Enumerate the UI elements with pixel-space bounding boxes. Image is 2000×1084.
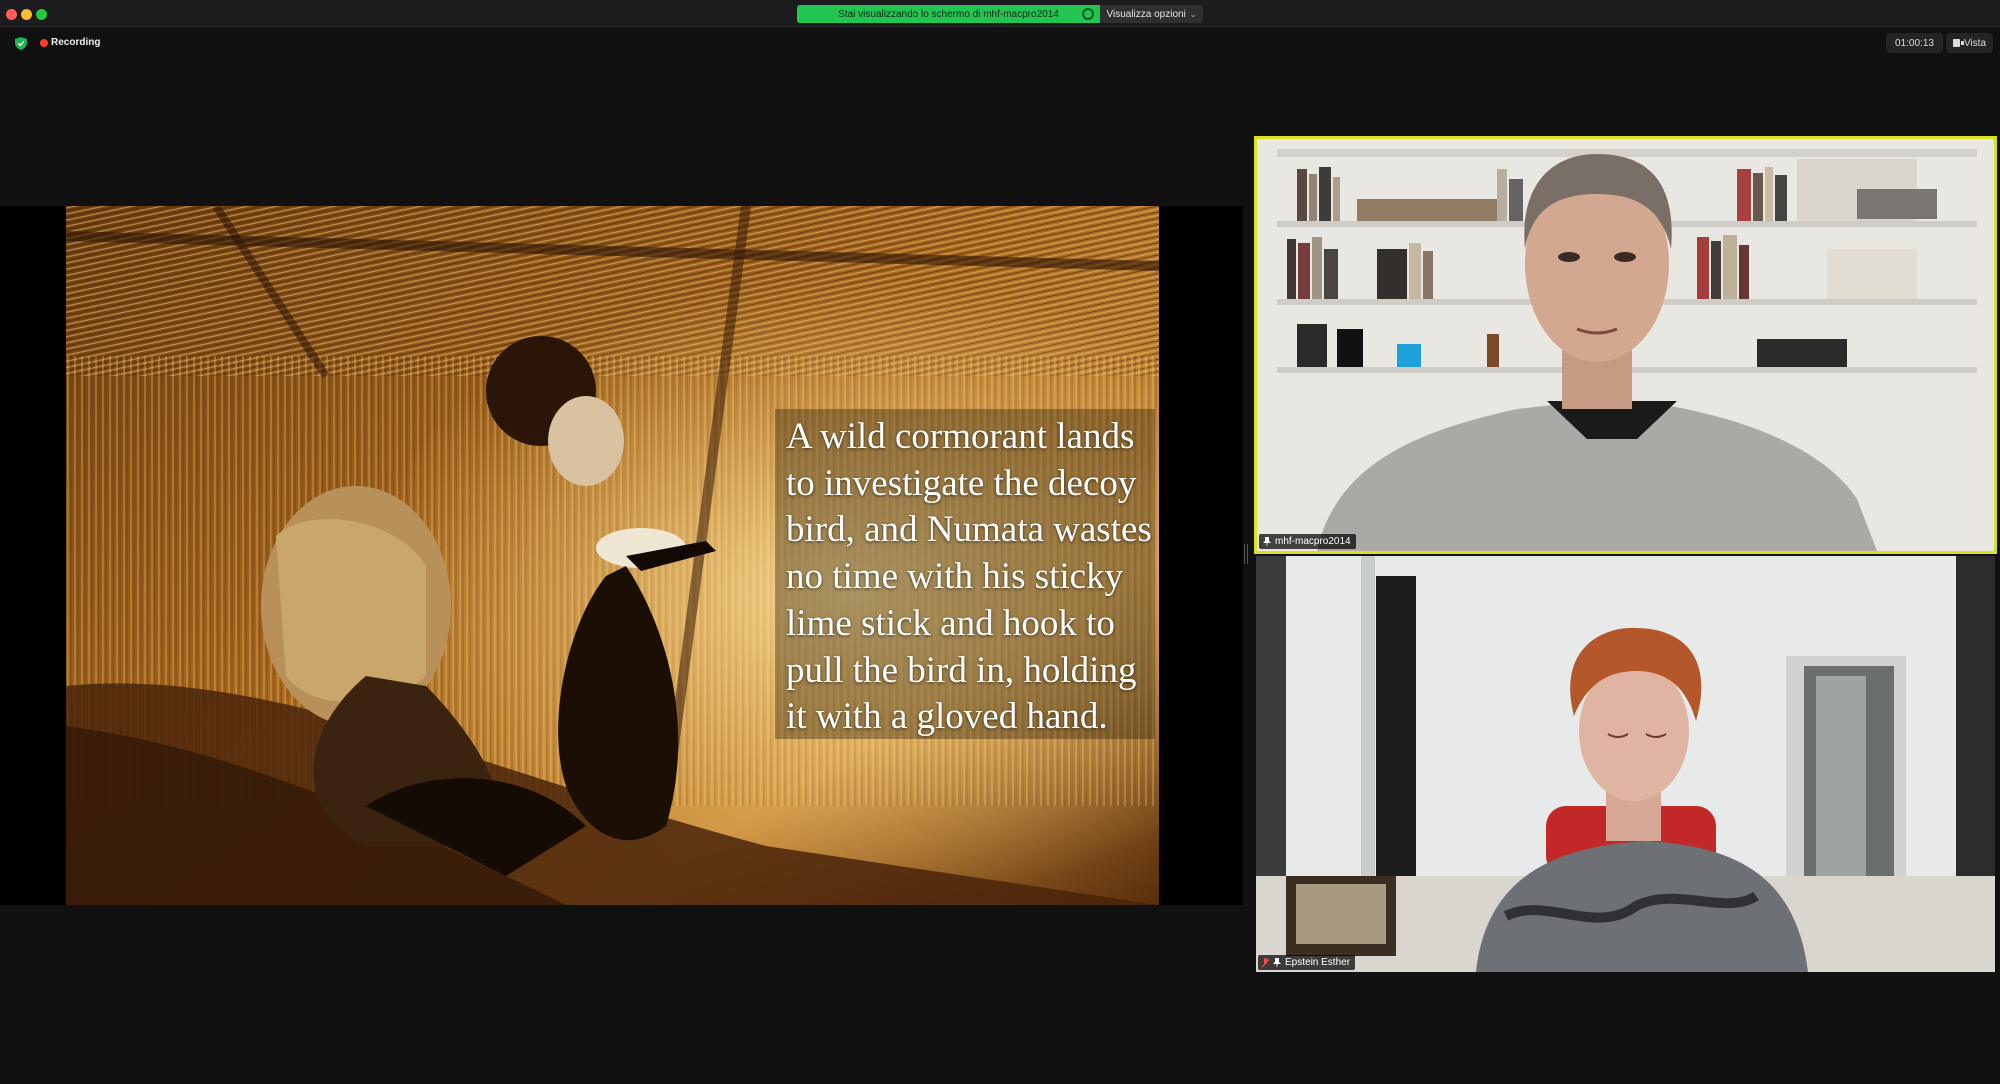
- participant-name-tag: mhf-macpro2014: [1259, 534, 1356, 549]
- participant-video: [1257, 139, 1994, 551]
- video-tile-active-speaker[interactable]: mhf-macpro2014: [1254, 136, 1997, 554]
- mic-muted-icon: [1262, 957, 1269, 967]
- window-minimize-button[interactable]: [21, 9, 32, 20]
- chevron-down-icon: ⌄: [1189, 9, 1197, 19]
- shield-icon[interactable]: [15, 37, 27, 50]
- share-status-icon: [1082, 8, 1094, 20]
- recording-label[interactable]: Recording: [51, 37, 100, 48]
- window-titlebar: Stai visualizzando lo schermo di mhf-mac…: [0, 0, 2000, 27]
- participant-name: mhf-macpro2014: [1275, 536, 1351, 547]
- split-resize-handle[interactable]: [1244, 544, 1248, 564]
- pin-icon: [1273, 957, 1281, 968]
- window-maximize-button[interactable]: [36, 9, 47, 20]
- record-dot-icon: [40, 39, 48, 47]
- caption-line: bird, and Numata wastes: [786, 509, 1152, 551]
- window-close-button[interactable]: [6, 9, 17, 20]
- caption-line: to investigate the decoy: [786, 462, 1137, 504]
- caption-line: it with a gloved hand.: [786, 696, 1108, 738]
- caption-line: lime stick and hook to: [786, 602, 1115, 644]
- view-options-button[interactable]: Visualizza opzioni ⌄: [1100, 5, 1203, 23]
- participant-name-tag: Epstein Esther: [1258, 955, 1356, 970]
- view-options-label: Visualizza opzioni: [1106, 8, 1186, 20]
- participant-name: Epstein Esther: [1285, 957, 1351, 968]
- meeting-timer: 01:00:13: [1886, 33, 1943, 53]
- shared-screen: A wild cormorant lands to investigate th…: [0, 206, 1243, 905]
- caption-line: pull the bird in, holding: [786, 649, 1137, 691]
- participant-video: [1256, 556, 1995, 972]
- view-button[interactable]: Vista: [1946, 33, 1993, 53]
- slide-caption: A wild cormorant lands to investigate th…: [786, 414, 1206, 741]
- screen-share-banner: Stai visualizzando lo schermo di mhf-mac…: [797, 5, 1100, 23]
- caption-line: no time with his sticky: [786, 556, 1124, 598]
- grid-view-icon: [1952, 39, 1964, 47]
- view-button-label: Vista: [1963, 37, 1987, 49]
- video-tile-participant[interactable]: Epstein Esther: [1256, 556, 1995, 972]
- pin-icon: [1263, 536, 1271, 547]
- caption-line: A wild cormorant lands: [786, 416, 1135, 457]
